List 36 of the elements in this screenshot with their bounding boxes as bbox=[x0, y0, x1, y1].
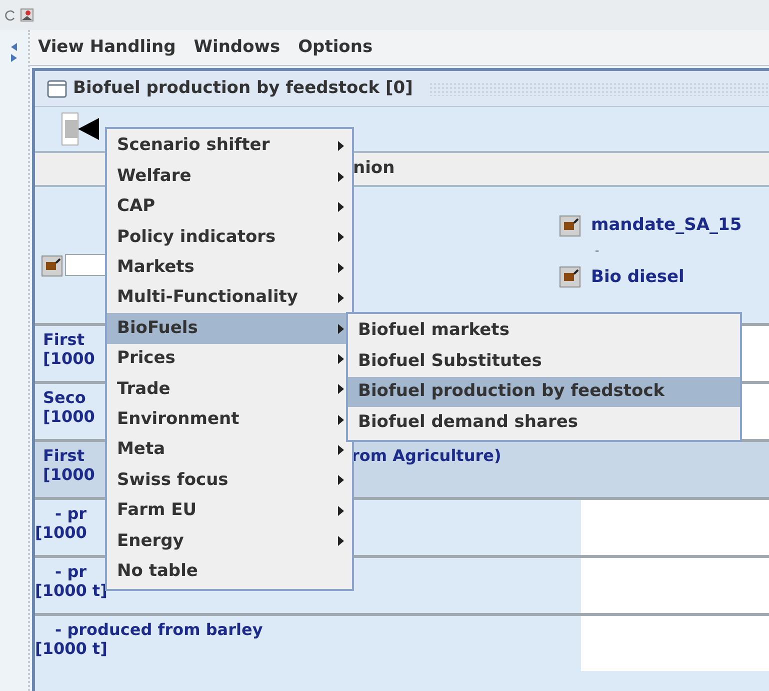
menu-item[interactable]: Options bbox=[298, 34, 373, 60]
menu-item[interactable]: Policy indicators bbox=[107, 222, 352, 253]
row-unit: [1000 bbox=[43, 465, 95, 484]
row-label: First bbox=[43, 330, 84, 350]
row-label: First bbox=[43, 446, 84, 466]
app-icon[interactable] bbox=[20, 8, 34, 22]
row-unit: [1000 bbox=[43, 349, 95, 368]
menu-item[interactable]: No table bbox=[107, 556, 352, 587]
checkbox[interactable] bbox=[41, 254, 63, 277]
row-label: - pr bbox=[55, 504, 87, 524]
refresh-icon[interactable] bbox=[4, 9, 16, 21]
menu-item[interactable]: View Handling bbox=[38, 34, 176, 60]
row-unit: [1000 t] bbox=[35, 639, 108, 658]
menu-item[interactable]: Biofuel Substitutes bbox=[348, 346, 740, 377]
window-icon bbox=[47, 80, 67, 98]
checkbox[interactable] bbox=[559, 266, 581, 288]
filter-label: mandate_SA_15 bbox=[591, 214, 742, 237]
row-label: Seco bbox=[43, 388, 86, 408]
triangle-icon[interactable] bbox=[61, 112, 101, 146]
window-title: Biofuel production by feedstock [0] bbox=[73, 76, 413, 100]
filter-separator: - bbox=[594, 244, 600, 258]
menu-item[interactable]: Markets bbox=[107, 252, 352, 283]
row-unit: [1000 bbox=[43, 407, 95, 426]
collapse-arrows-icon[interactable] bbox=[10, 42, 18, 64]
menu-item[interactable]: Swiss focus bbox=[107, 465, 352, 496]
row-unit: [1000 bbox=[35, 523, 87, 542]
menu-item[interactable]: Energy bbox=[107, 526, 352, 556]
menu-item[interactable]: Farm EU bbox=[107, 496, 352, 526]
menu-item[interactable]: Windows bbox=[194, 34, 280, 60]
filter-label: Bio diesel bbox=[591, 266, 684, 288]
menu-item[interactable]: Multi-Functionality bbox=[107, 282, 352, 314]
checkbox[interactable] bbox=[559, 214, 581, 237]
row-label: - pr bbox=[55, 562, 87, 582]
row-label: - produced from barley bbox=[55, 620, 263, 640]
menu-item[interactable]: Biofuel production by feedstock bbox=[348, 376, 740, 408]
menu-item[interactable]: CAP bbox=[107, 192, 352, 222]
